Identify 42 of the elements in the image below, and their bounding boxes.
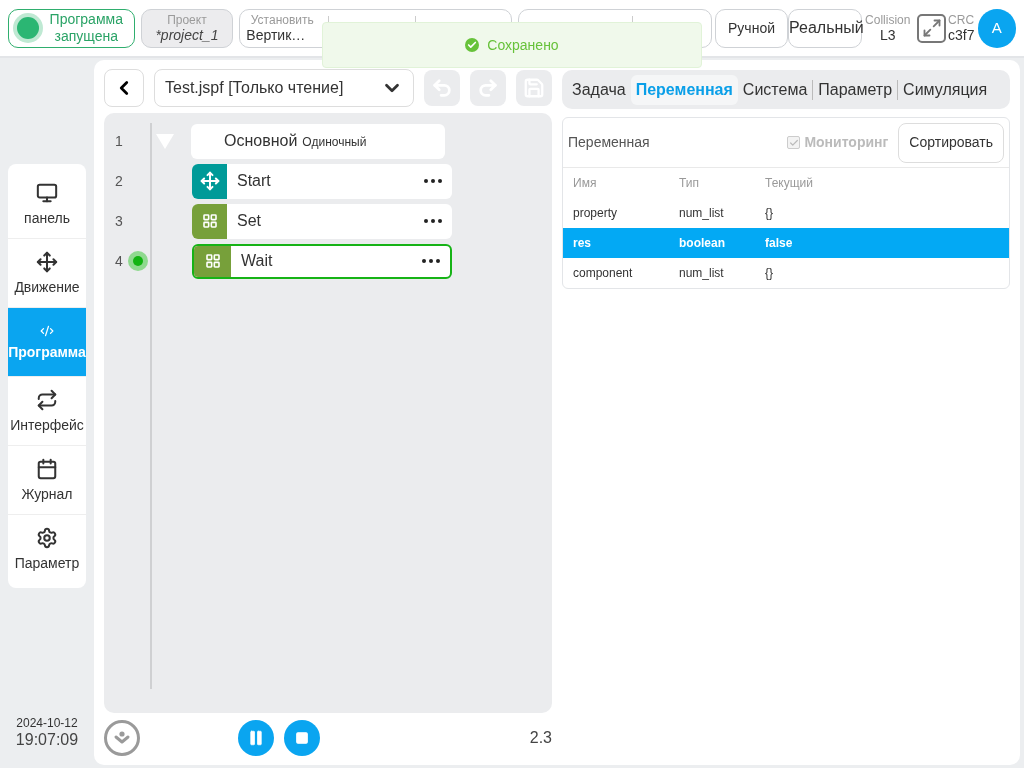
block-label: Set xyxy=(237,211,262,231)
setting-value: Вертик… xyxy=(246,26,307,44)
sidebar-label: Интерфейс xyxy=(10,417,84,433)
crc-value: c3f7 xyxy=(948,26,975,44)
table-cell-text: num_list xyxy=(679,265,725,282)
toast-message: Сохранено xyxy=(487,35,559,55)
time-text: 19:07:09 xyxy=(15,730,79,750)
table-cell-text: boolean xyxy=(679,235,726,252)
sidebar-label: панель xyxy=(24,209,70,226)
table-cell-text: property xyxy=(573,205,619,222)
line-number: 1 xyxy=(115,131,123,151)
table-cell-text: component xyxy=(573,265,634,282)
table-cell-text: num_list xyxy=(679,205,725,222)
block-label: Wait xyxy=(241,251,274,271)
table-cell-text: {} xyxy=(765,265,773,282)
sidebar-label: Параметр xyxy=(14,555,80,571)
monitoring-label: Мониторинг xyxy=(804,133,889,152)
group-title: Основной xyxy=(224,131,298,151)
table-cell-text: {} xyxy=(765,205,773,222)
sidebar-label: Движение xyxy=(14,279,80,295)
date-text: 2024-10-12 xyxy=(16,716,78,730)
line-number: 3 xyxy=(115,211,123,231)
collision-label: Collision xyxy=(865,12,911,27)
table-cell-text: res xyxy=(573,235,593,252)
sidebar-label: Программа xyxy=(8,344,86,360)
collision-value: L3 xyxy=(879,26,896,44)
line-number: 2 xyxy=(115,171,123,191)
project-name: *project_1 xyxy=(155,26,219,44)
table-cell-text: false xyxy=(765,235,793,252)
column-header: Тип xyxy=(679,175,700,192)
column-header: Имя xyxy=(573,175,598,192)
status-label: Программа запущена xyxy=(48,11,124,45)
line-number: 4 xyxy=(115,251,123,271)
version-text: 2.3 xyxy=(529,728,552,748)
block-label: Start xyxy=(237,171,272,191)
column-header: Текущий xyxy=(765,175,813,192)
sidebar-label: Журнал xyxy=(21,486,73,502)
group-subtitle: Одиночный xyxy=(302,134,367,151)
card-title: Переменная xyxy=(568,133,651,152)
setting-label: Установить xyxy=(249,12,315,27)
project-label: Проект xyxy=(167,12,207,27)
crc-label: CRC xyxy=(948,12,975,27)
